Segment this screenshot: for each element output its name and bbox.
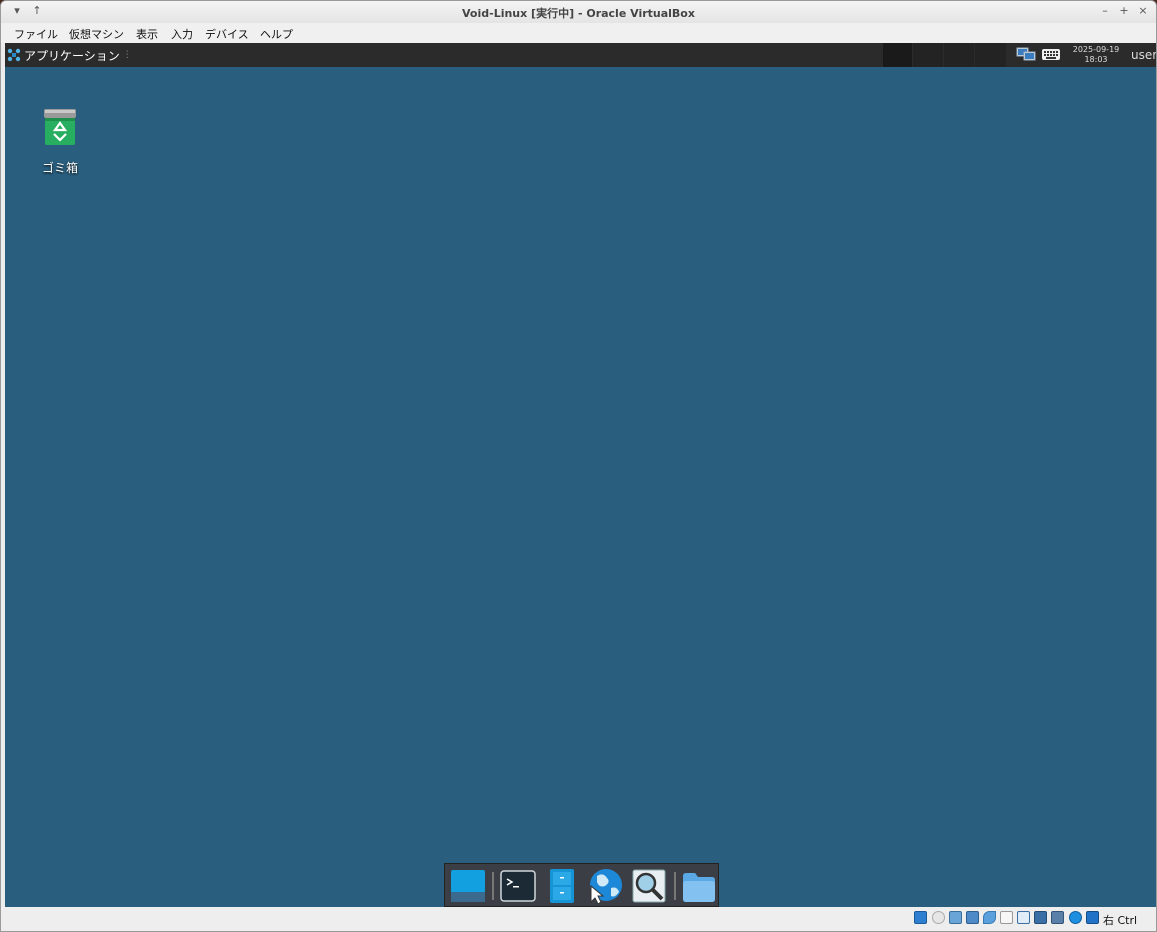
workspace-4[interactable] — [975, 43, 1006, 67]
optical-drive-icon[interactable] — [932, 911, 945, 924]
menu-view[interactable]: 表示 — [136, 26, 158, 42]
network-icon[interactable] — [966, 911, 979, 924]
dock-separator — [492, 872, 494, 900]
menu-bar: ファイル 仮想マシン 表示 入力 デバイス ヘルプ — [1, 23, 1156, 43]
hard-disk-icon[interactable] — [914, 911, 927, 924]
display-icon[interactable] — [1017, 911, 1030, 924]
web-browser-icon[interactable] — [587, 868, 623, 904]
mouse-integration-icon[interactable] — [1086, 911, 1099, 924]
window-title: Void-Linux [実行中] - Oracle VirtualBox — [462, 7, 695, 20]
recording-icon[interactable] — [1034, 911, 1047, 924]
xfce-logo-icon — [7, 48, 21, 62]
vbox-status-bar: 右 Ctrl — [1, 907, 1156, 931]
virtualization-icon[interactable] — [1051, 911, 1064, 924]
workspace-2[interactable] — [913, 43, 943, 67]
applications-menu-label: アプリケーション — [24, 48, 120, 63]
clock-time: 18:03 — [1084, 55, 1108, 64]
menu-devices[interactable]: デバイス — [205, 26, 249, 42]
panel-user-menu[interactable]: user — [1131, 48, 1156, 62]
virtualbox-window: ▾ ↑ Void-Linux [実行中] - Oracle VirtualBox… — [0, 0, 1157, 932]
guest-additions-icon[interactable] — [1069, 911, 1082, 924]
keyboard-icon[interactable] — [1041, 47, 1061, 62]
trash-label: ゴミ箱 — [41, 161, 78, 175]
top-panel: アプリケーション ⋮ 2025-09-19 18:03 user — [5, 43, 1156, 67]
audio-icon[interactable] — [949, 911, 962, 924]
applications-menu-button[interactable]: アプリケーション ⋮ — [7, 43, 132, 67]
maximize-button[interactable]: + — [1117, 4, 1131, 18]
menu-input[interactable]: 入力 — [171, 26, 193, 42]
desktop-trash[interactable]: ゴミ箱 — [35, 107, 85, 176]
close-button[interactable]: × — [1136, 4, 1150, 18]
host-key-label: 右 Ctrl — [1103, 914, 1138, 927]
minimize-button[interactable]: – — [1098, 4, 1112, 18]
show-desktop-icon[interactable] — [450, 868, 486, 904]
workspace-1[interactable] — [883, 43, 912, 67]
file-manager-icon[interactable] — [544, 868, 580, 904]
trash-icon — [44, 109, 76, 145]
menu-machine[interactable]: 仮想マシン — [69, 26, 124, 42]
app-finder-icon[interactable] — [631, 868, 667, 904]
usb-icon[interactable] — [983, 911, 996, 924]
network-icon[interactable] — [1016, 47, 1036, 62]
folder-icon[interactable] — [681, 868, 717, 904]
workspace-3[interactable] — [944, 43, 974, 67]
menu-help[interactable]: ヘルプ — [260, 26, 293, 42]
applications-menu-dots: ⋮ — [122, 50, 132, 60]
dock — [444, 863, 719, 907]
panel-clock[interactable]: 2025-09-19 18:03 — [1068, 45, 1124, 65]
clock-date: 2025-09-19 — [1072, 45, 1120, 54]
dock-separator — [674, 872, 676, 900]
shared-folders-icon[interactable] — [1000, 911, 1013, 924]
menu-file[interactable]: ファイル — [14, 26, 58, 42]
guest-screen[interactable]: アプリケーション ⋮ 2025-09-19 18:03 user ゴミ箱 — [5, 43, 1156, 907]
terminal-icon[interactable] — [500, 868, 536, 904]
title-bar: ▾ ↑ Void-Linux [実行中] - Oracle VirtualBox… — [1, 1, 1156, 24]
